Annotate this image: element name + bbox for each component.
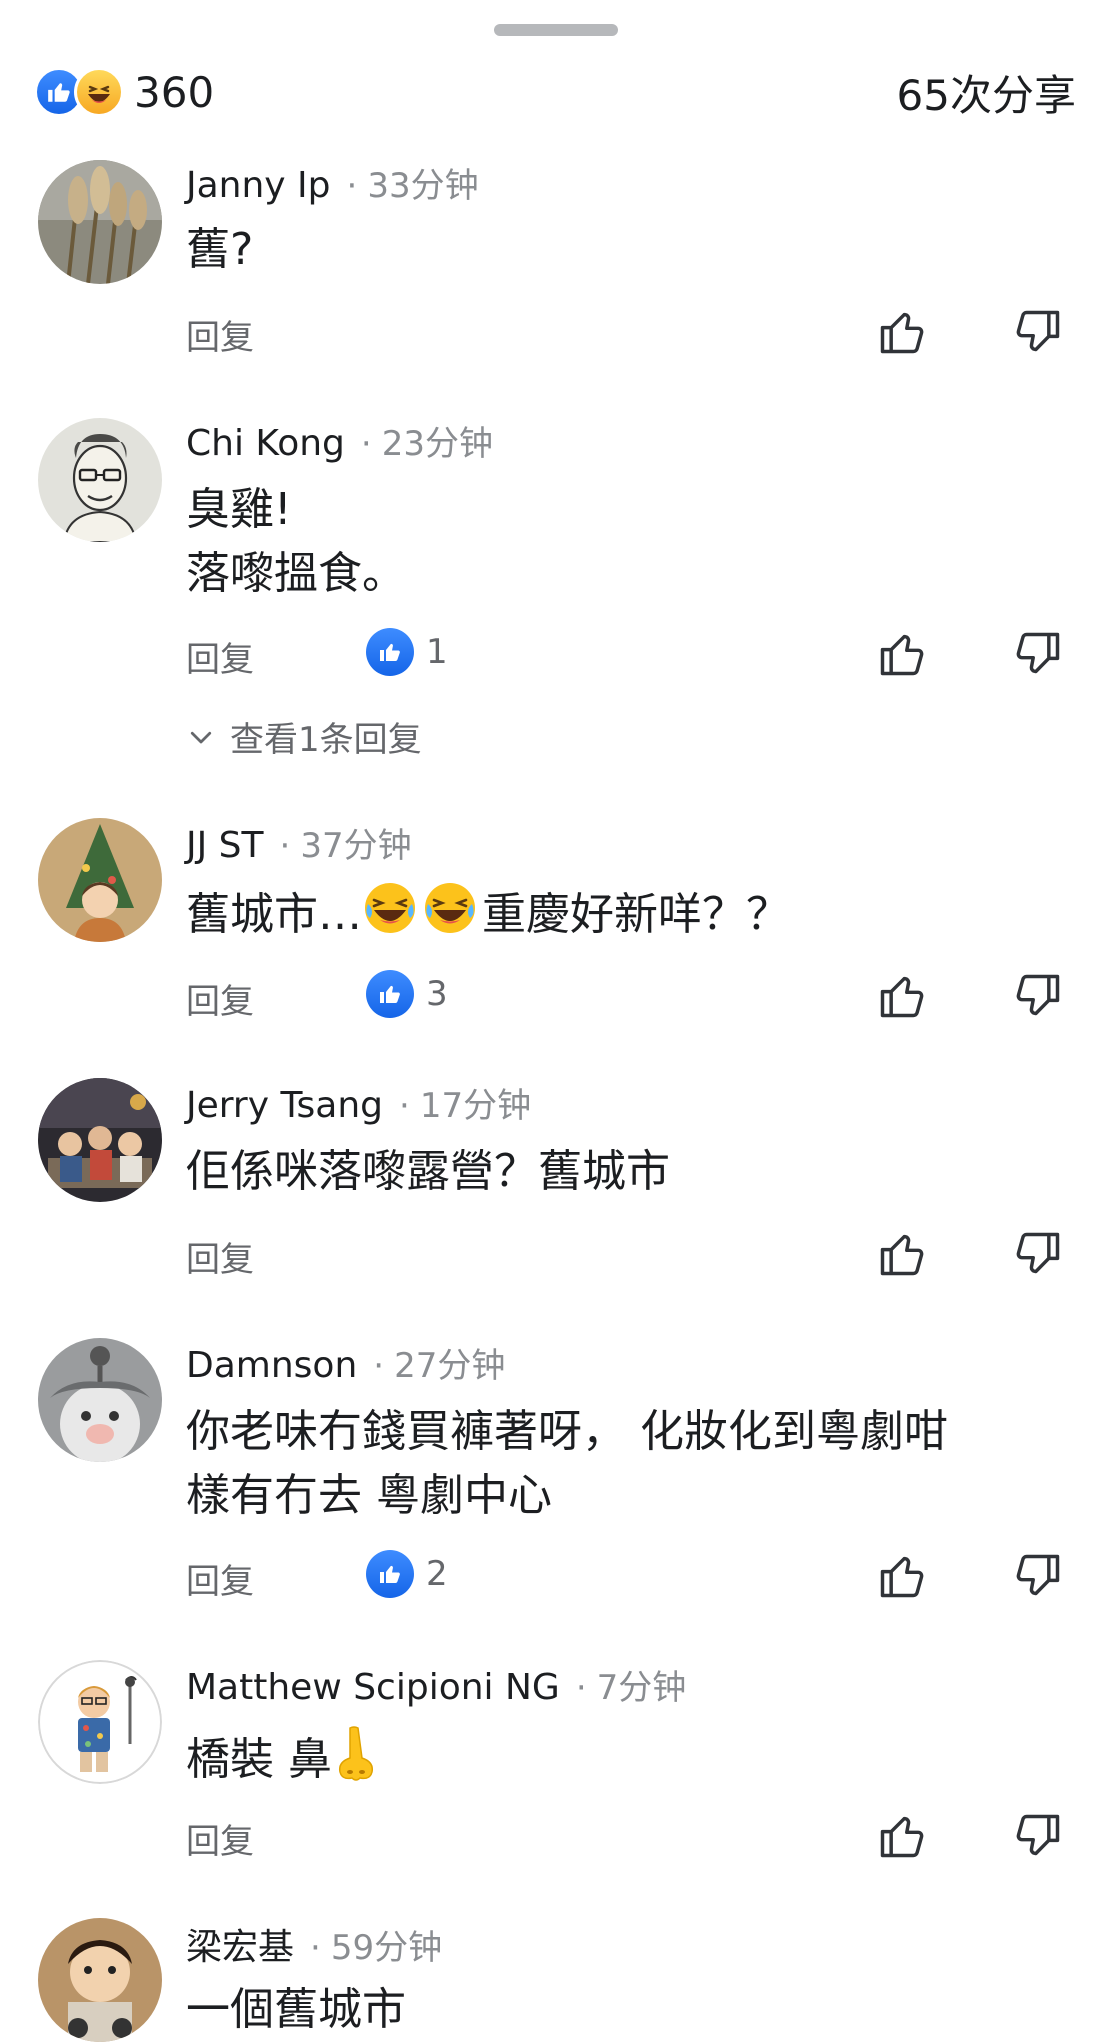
comment-line: 舊? bbox=[186, 224, 254, 275]
reply-button[interactable]: 回复 bbox=[186, 1814, 254, 1863]
avatar[interactable] bbox=[38, 1660, 162, 1784]
like-count: 1 bbox=[426, 632, 448, 672]
avatar[interactable] bbox=[38, 818, 162, 942]
thumbs-down-icon[interactable] bbox=[1012, 1810, 1064, 1862]
reply-button[interactable]: 回复 bbox=[186, 310, 254, 359]
comment-header: Matthew Scipioni NG · 7分钟 bbox=[186, 1660, 686, 1709]
thumbs-up-icon[interactable] bbox=[876, 1550, 928, 1602]
reactions-header: 360 65次分享 bbox=[34, 62, 1076, 122]
comment-line: 佢係咪落嚟露營？舊城市 bbox=[186, 1146, 670, 1197]
comment-line: 舊城市… bbox=[186, 889, 362, 940]
commenter-name[interactable]: JJ ST bbox=[186, 825, 264, 866]
comment-text: 佢係咪落嚟露營？舊城市 bbox=[186, 1140, 1064, 1204]
separator-dot: · bbox=[346, 166, 358, 206]
commenter-name[interactable]: Jerry Tsang bbox=[186, 1085, 383, 1126]
thumbs-up-icon[interactable] bbox=[876, 970, 928, 1022]
comment-line: 你老味冇錢買褲著呀， 化妝化到粵劇咁 bbox=[186, 1406, 948, 1457]
comment-header: JJ ST · 37分钟 bbox=[186, 818, 412, 867]
comment-time: 7分钟 bbox=[596, 1668, 687, 1708]
like-reaction-icon bbox=[366, 970, 414, 1018]
comment-text: 一個舊城市 bbox=[186, 1978, 1064, 2042]
comment-text: 舊城市… 重慶好新咩？？ bbox=[186, 880, 1064, 954]
avatar[interactable] bbox=[38, 418, 162, 542]
drag-handle[interactable] bbox=[494, 24, 618, 36]
commenter-name[interactable]: Janny Ip bbox=[186, 165, 331, 206]
comment-like-count[interactable]: 2 bbox=[366, 1550, 448, 1598]
reaction-summary[interactable]: 360 bbox=[34, 67, 214, 117]
avatar[interactable] bbox=[38, 160, 162, 284]
avatar[interactable] bbox=[38, 1338, 162, 1462]
view-replies-label: 查看1条回复 bbox=[230, 720, 422, 760]
haha-reaction-icon bbox=[74, 67, 124, 117]
comment-time: 27分钟 bbox=[394, 1346, 506, 1386]
thumbs-down-icon[interactable] bbox=[1012, 628, 1064, 680]
separator-dot: · bbox=[575, 1668, 587, 1708]
reply-button[interactable]: 回复 bbox=[186, 632, 254, 681]
thumbs-down-icon[interactable] bbox=[1012, 1228, 1064, 1280]
thumbs-down-icon[interactable] bbox=[1012, 1550, 1064, 1602]
comment-like-count[interactable]: 3 bbox=[366, 970, 448, 1018]
comment-text: 你老味冇錢買褲著呀， 化妝化到粵劇咁 樣有冇去 粵劇中心 bbox=[186, 1400, 1064, 1528]
thumbs-up-icon[interactable] bbox=[876, 1228, 928, 1280]
like-reaction-icon bbox=[366, 628, 414, 676]
comment-line: 橋裝 鼻 bbox=[186, 1734, 332, 1785]
commenter-name[interactable]: 梁宏基 bbox=[186, 1918, 294, 1970]
comment-actions: 回复 bbox=[186, 306, 1104, 366]
reaction-count: 360 bbox=[134, 67, 215, 117]
comment-like-count[interactable]: 1 bbox=[366, 628, 448, 676]
comment-text: 舊? bbox=[186, 218, 1064, 282]
separator-dot: · bbox=[373, 1346, 385, 1386]
comment-line: 一個舊城市 bbox=[186, 1984, 406, 2035]
comment-line: 臭雞! bbox=[186, 484, 292, 535]
laughing-emoji bbox=[362, 880, 422, 954]
comment-time: 59分钟 bbox=[330, 1928, 443, 1968]
thumbs-down-icon[interactable] bbox=[1012, 306, 1064, 358]
chevron-down-icon bbox=[190, 731, 212, 743]
comment-header: Chi Kong · 23分钟 bbox=[186, 416, 493, 465]
comment-actions: 回复 2 bbox=[186, 1550, 1104, 1610]
comment-header: Jerry Tsang · 17分钟 bbox=[186, 1078, 531, 1127]
comment-line: 樣有冇去 粵劇中心 bbox=[186, 1470, 552, 1521]
comment-text: 臭雞! 落嚟搵食。 bbox=[186, 478, 1064, 606]
thumbs-up-icon[interactable] bbox=[876, 306, 928, 358]
comment-actions: 回复 bbox=[186, 1810, 1104, 1870]
comment-actions: 回复 1 bbox=[186, 628, 1104, 688]
separator-dot: · bbox=[399, 1086, 410, 1126]
comments-sheet: 360 65次分享 Janny Ip · 33分钟 舊? 回复 Chi Kong… bbox=[0, 0, 1104, 2042]
commenter-name[interactable]: Damnson bbox=[186, 1345, 357, 1386]
commenter-name[interactable]: Chi Kong bbox=[186, 423, 345, 464]
comment-actions: 回复 bbox=[186, 1228, 1104, 1288]
comment-header: Janny Ip · 33分钟 bbox=[186, 158, 479, 207]
separator-dot: · bbox=[360, 424, 372, 464]
comment-time: 17分钟 bbox=[419, 1086, 532, 1126]
nose-emoji bbox=[332, 1724, 380, 1800]
separator-dot: · bbox=[310, 1928, 321, 1968]
comment-time: 37分钟 bbox=[300, 826, 412, 866]
thumbs-up-icon[interactable] bbox=[876, 1810, 928, 1862]
comment-line: 重慶好新咩？？ bbox=[482, 889, 790, 940]
like-count: 3 bbox=[426, 974, 448, 1014]
comment-header: 梁宏基 · 59分钟 bbox=[186, 1918, 442, 1970]
avatar[interactable] bbox=[38, 1918, 162, 2042]
comment-actions: 回复 3 bbox=[186, 970, 1104, 1030]
comment-text: 橋裝 鼻 bbox=[186, 1724, 1064, 1800]
reply-button[interactable]: 回复 bbox=[186, 1554, 254, 1603]
thumbs-up-icon[interactable] bbox=[876, 628, 928, 680]
comment-time: 23分钟 bbox=[381, 424, 493, 464]
laughing-emoji bbox=[422, 880, 482, 954]
reply-button[interactable]: 回复 bbox=[186, 974, 254, 1023]
view-replies-button[interactable]: 查看1条回复 bbox=[186, 712, 422, 761]
like-count: 2 bbox=[426, 1554, 448, 1594]
reply-button[interactable]: 回复 bbox=[186, 1232, 254, 1281]
like-reaction-icon bbox=[366, 1550, 414, 1598]
avatar[interactable] bbox=[38, 1078, 162, 1202]
share-count[interactable]: 65次分享 bbox=[897, 62, 1076, 123]
comment-header: Damnson · 27分钟 bbox=[186, 1338, 505, 1387]
comment-time: 33分钟 bbox=[367, 166, 479, 206]
thumbs-down-icon[interactable] bbox=[1012, 970, 1064, 1022]
separator-dot: · bbox=[279, 826, 291, 866]
commenter-name[interactable]: Matthew Scipioni NG bbox=[186, 1667, 560, 1708]
comment-line: 落嚟搵食。 bbox=[186, 548, 406, 599]
